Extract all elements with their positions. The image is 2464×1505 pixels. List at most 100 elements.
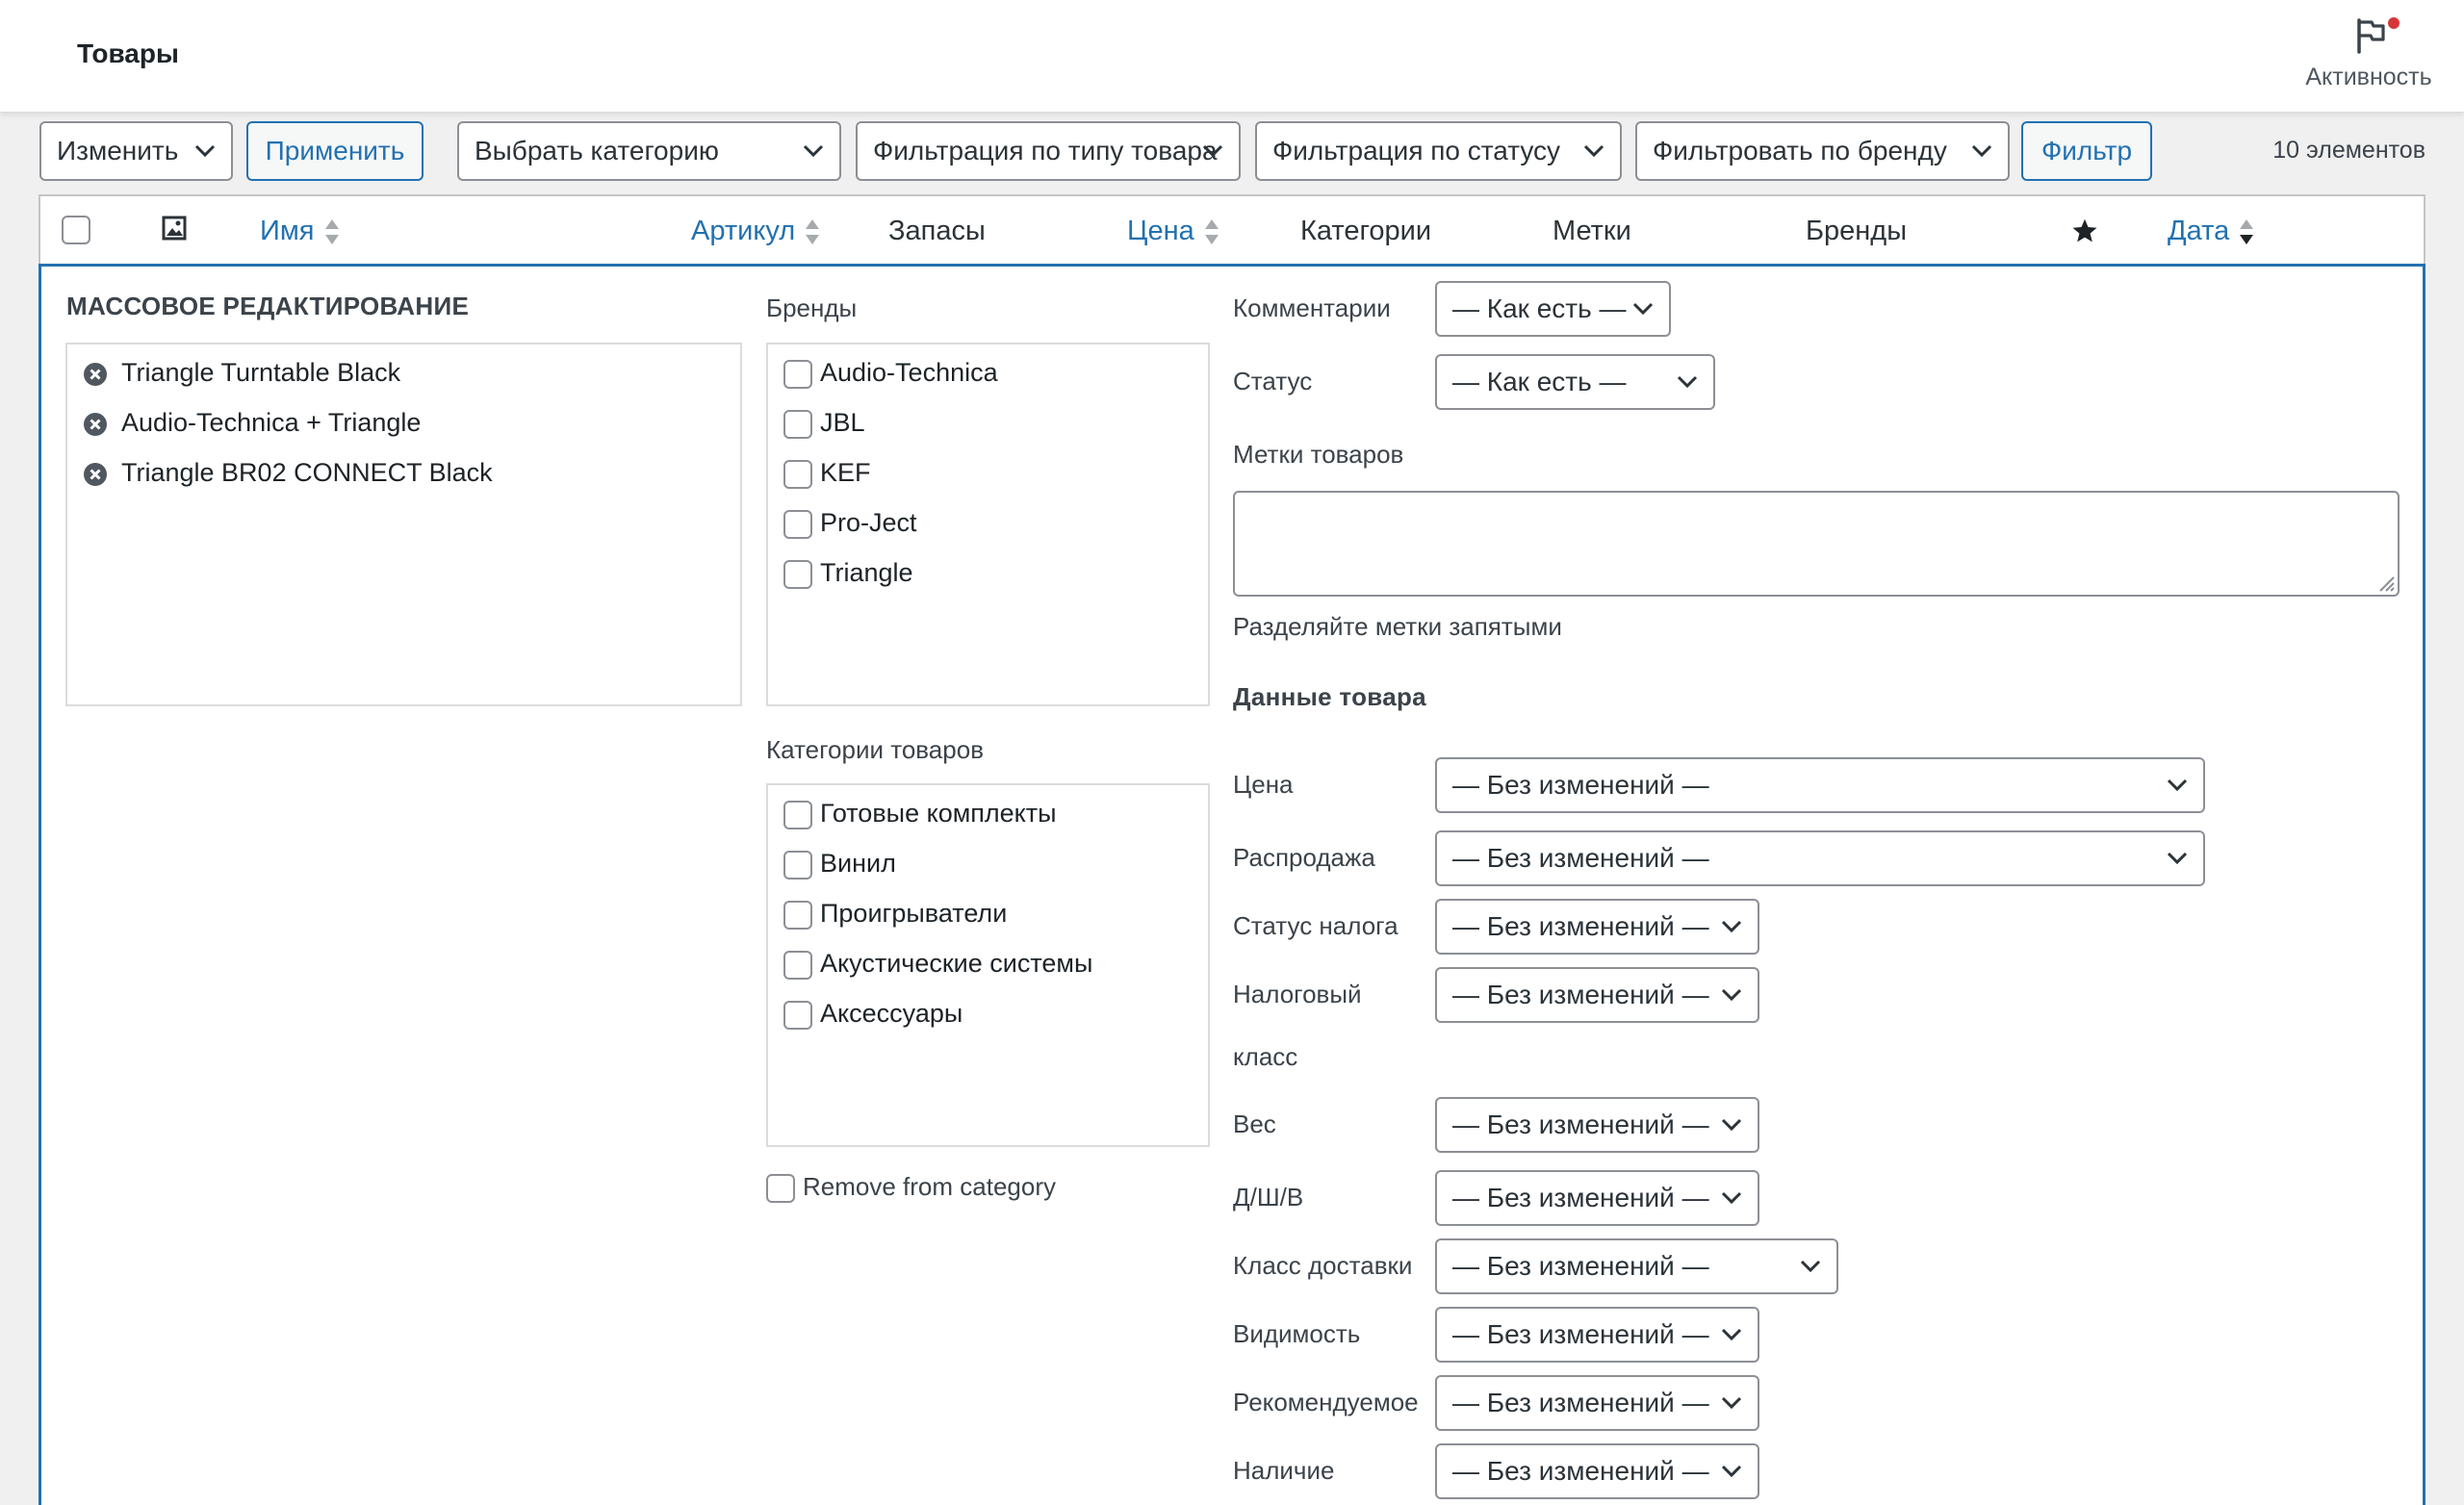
product-type-filter[interactable]: Фильтрация по типу товара: [856, 121, 1241, 181]
status-filter[interactable]: Фильтрация по статусу: [1255, 121, 1622, 181]
category-checkbox[interactable]: [783, 800, 812, 829]
stock-status-select[interactable]: — Без изменений —: [1435, 1443, 1759, 1499]
brand-checkbox[interactable]: [783, 459, 812, 489]
visibility-select[interactable]: — Без изменений —: [1435, 1307, 1759, 1363]
tax-status-select-value: — Без изменений —: [1452, 911, 1709, 941]
image-column-icon: [162, 216, 187, 248]
column-categories: Категории: [1300, 216, 1432, 246]
chevron-down-icon: [2167, 852, 2188, 865]
brands-label: Бренды: [766, 293, 858, 322]
remove-item-icon[interactable]: [83, 462, 108, 487]
brand-option[interactable]: JBL: [783, 408, 865, 439]
category-option-label: Проигрыватели: [820, 899, 1008, 928]
chevron-down-icon: [1632, 302, 1654, 316]
brand-filter-value: Фильтровать по бренду: [1653, 136, 1947, 166]
weight-select[interactable]: — Без изменений —: [1435, 1097, 1759, 1153]
category-option[interactable]: Винил: [783, 849, 896, 880]
column-date[interactable]: Дата: [2168, 216, 2254, 247]
column-stock: Запасы: [888, 216, 986, 246]
select-all-checkbox[interactable]: [62, 216, 90, 252]
bulk-item: Triangle Turntable Black: [83, 358, 400, 388]
shipping-class-select[interactable]: — Без изменений —: [1435, 1238, 1838, 1294]
sale-select[interactable]: — Без изменений —: [1435, 830, 2205, 886]
brand-option[interactable]: Pro-Ject: [783, 508, 917, 539]
featured-select[interactable]: — Без изменений —: [1435, 1375, 1759, 1431]
chevron-down-icon: [1721, 1118, 1742, 1132]
tax-class-select[interactable]: — Без изменений —: [1435, 967, 1759, 1023]
category-option[interactable]: Акустические системы: [783, 949, 1092, 980]
column-date-label: Дата: [2168, 216, 2230, 246]
status-filter-value: Фильтрация по статусу: [1272, 136, 1561, 166]
brands-checklist: Audio-Technica JBL KEF Pro-Ject Triangle: [766, 343, 1210, 706]
notification-dot: [2388, 17, 2400, 29]
chevron-down-icon: [1721, 1465, 1742, 1478]
product-tags-textarea[interactable]: [1233, 491, 2400, 597]
category-checkbox[interactable]: [783, 950, 812, 980]
product-tags-label: Метки товаров: [1233, 440, 1404, 469]
remove-from-category-checkbox[interactable]: [766, 1174, 795, 1204]
bulk-item-label: Audio-Technica + Triangle: [121, 408, 422, 437]
bulk-action-select[interactable]: Изменить: [39, 121, 233, 181]
table-header: Имя Артикул Запасы Цена Категории Метки …: [38, 194, 2426, 266]
remove-item-icon[interactable]: [83, 362, 108, 387]
chevron-down-icon: [1971, 144, 1992, 158]
brand-checkbox[interactable]: [783, 359, 812, 389]
chevron-down-icon: [1677, 375, 1698, 389]
chevron-down-icon: [1721, 1396, 1742, 1410]
category-option-label: Винил: [820, 849, 896, 878]
chevron-down-icon: [1583, 144, 1604, 158]
tax-status-select[interactable]: — Без изменений —: [1435, 899, 1759, 955]
product-categories-label: Категории товаров: [766, 735, 985, 764]
column-tags: Метки: [1553, 216, 1631, 246]
category-option-label: Акустические системы: [820, 949, 1093, 978]
category-option[interactable]: Готовые комплекты: [783, 799, 1057, 829]
brand-option[interactable]: KEF: [783, 458, 871, 489]
brand-checkbox[interactable]: [783, 559, 812, 589]
filter-button[interactable]: Фильтр: [2021, 121, 2152, 181]
brand-option-label: Pro-Ject: [820, 508, 917, 537]
category-checkbox[interactable]: [783, 900, 812, 930]
category-checkbox[interactable]: [783, 850, 812, 880]
dimensions-label: Д/Ш/В: [1233, 1183, 1304, 1212]
product-data-title: Данные товара: [1233, 682, 1426, 711]
brand-option[interactable]: Audio-Technica: [783, 358, 998, 389]
visibility-select-value: — Без изменений —: [1452, 1319, 1709, 1349]
chevron-down-icon: [1721, 988, 1742, 1002]
categories-checklist: Готовые комплекты Винил Проигрыватели Ак…: [766, 783, 1210, 1147]
brand-checkbox[interactable]: [783, 509, 812, 539]
apply-button[interactable]: Применить: [246, 121, 424, 181]
featured-star-icon[interactable]: [2071, 217, 2098, 252]
column-name[interactable]: Имя: [260, 216, 340, 247]
bulk-item: Triangle BR02 CONNECT Black: [83, 458, 493, 488]
price-select[interactable]: — Без изменений —: [1435, 757, 2205, 813]
bulk-item-label: Triangle Turntable Black: [121, 358, 401, 387]
column-price-label: Цена: [1127, 216, 1194, 246]
column-sku[interactable]: Артикул: [691, 216, 820, 247]
brand-option-label: Audio-Technica: [820, 358, 998, 387]
column-price[interactable]: Цена: [1127, 216, 1219, 247]
brand-option[interactable]: Triangle: [783, 558, 913, 589]
tax-class-label-cont: класс: [1233, 1042, 1298, 1071]
tax-status-label: Статус налога: [1233, 911, 1399, 940]
category-option-label: Готовые комплекты: [820, 799, 1057, 828]
dimensions-select[interactable]: — Без изменений —: [1435, 1170, 1759, 1226]
column-name-label: Имя: [260, 216, 315, 246]
visibility-label: Видимость: [1233, 1319, 1361, 1348]
comments-select[interactable]: — Как есть —: [1435, 281, 1671, 337]
featured-label: Рекомендуемое: [1233, 1388, 1419, 1416]
resize-grip-icon[interactable]: [2374, 572, 2396, 593]
brand-checkbox[interactable]: [783, 409, 812, 439]
remove-item-icon[interactable]: [83, 412, 108, 437]
brand-filter[interactable]: Фильтровать по бренду: [1635, 121, 2010, 181]
category-select[interactable]: Выбрать категорию: [457, 121, 841, 181]
category-option[interactable]: Аксессуары: [783, 999, 962, 1030]
comments-label: Комментарии: [1233, 293, 1391, 322]
remove-from-category-option[interactable]: Remove from category: [766, 1172, 1056, 1204]
comments-select-value: — Как есть —: [1452, 293, 1627, 323]
category-option[interactable]: Проигрыватели: [783, 899, 1007, 930]
chevron-down-icon: [194, 144, 216, 158]
category-checkbox[interactable]: [783, 1000, 812, 1030]
activity-button[interactable]: Активность: [2297, 17, 2441, 94]
weight-label: Вес: [1233, 1110, 1276, 1138]
status-select[interactable]: — Как есть —: [1435, 354, 1715, 410]
